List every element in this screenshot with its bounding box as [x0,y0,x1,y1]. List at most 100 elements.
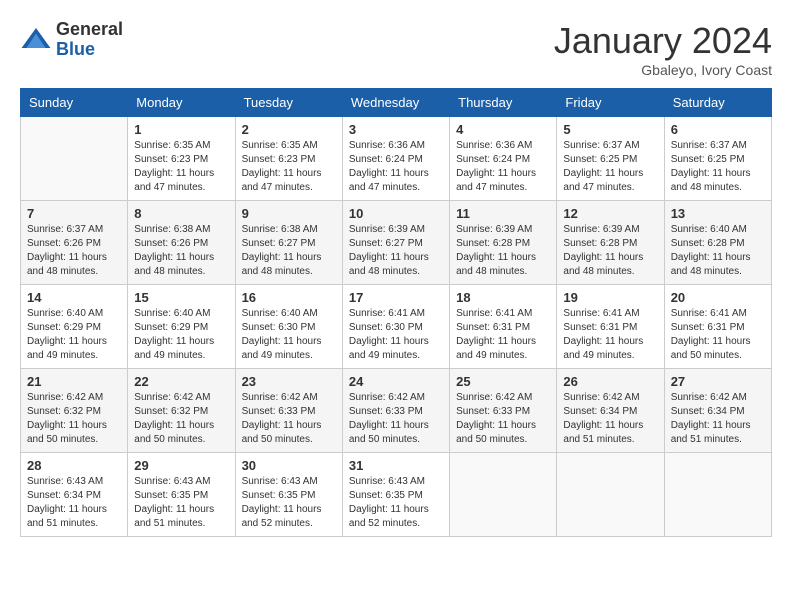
calendar-cell: 28Sunrise: 6:43 AMSunset: 6:34 PMDayligh… [21,453,128,537]
day-info: Sunrise: 6:42 AMSunset: 6:34 PMDaylight:… [563,391,657,447]
day-number: 27 [671,374,765,389]
weekday-header-tuesday: Tuesday [235,89,342,117]
day-number: 22 [134,374,228,389]
day-number: 5 [563,122,657,137]
day-number: 11 [456,206,550,221]
calendar-cell: 9Sunrise: 6:38 AMSunset: 6:27 PMDaylight… [235,201,342,285]
day-number: 1 [134,122,228,137]
week-row-4: 21Sunrise: 6:42 AMSunset: 6:32 PMDayligh… [21,369,772,453]
calendar-cell: 3 Sunrise: 6:36 AMSunset: 6:24 PMDaylight… [342,117,449,201]
weekday-header-friday: Friday [557,89,664,117]
day-info: Sunrise: 6:43 AMSunset: 6:35 PMDaylight:… [349,475,443,531]
day-number: 13 [671,206,765,221]
location-text: Gbaleyo, Ivory Coast [554,62,772,78]
day-info: Sunrise: 6:41 AMSunset: 6:31 PMDaylight:… [563,307,657,363]
calendar-cell: 23 Sunrise: 6:42 AMSunset: 6:33 PMDayligh… [235,369,342,453]
calendar-cell [21,117,128,201]
week-row-5: 28Sunrise: 6:43 AMSunset: 6:34 PMDayligh… [21,453,772,537]
day-info: Sunrise: 6:39 AMSunset: 6:28 PMDaylight:… [563,223,657,279]
calendar-cell: 2 Sunrise: 6:35 AMSunset: 6:23 PMDaylight… [235,117,342,201]
day-info: Sunrise: 6:39 AMSunset: 6:28 PMDaylight:… [456,223,550,279]
day-info: Sunrise: 6:35 AMSunset: 6:23 PMDaylight:… [242,139,336,195]
day-number: 14 [27,290,121,305]
weekday-header-thursday: Thursday [450,89,557,117]
calendar-cell: 4 Sunrise: 6:36 AMSunset: 6:24 PMDaylight… [450,117,557,201]
calendar-cell [450,453,557,537]
day-info: Sunrise: 6:40 AMSunset: 6:29 PMDaylight:… [27,307,121,363]
logo-icon [20,24,52,56]
day-info: Sunrise: 6:40 AMSunset: 6:28 PMDaylight:… [671,223,765,279]
day-number: 20 [671,290,765,305]
day-info: Sunrise: 6:35 AMSunset: 6:23 PMDaylight:… [134,139,228,195]
day-info: Sunrise: 6:42 AMSunset: 6:33 PMDaylight:… [242,391,336,447]
calendar-cell: 12 Sunrise: 6:39 AMSunset: 6:28 PMDayligh… [557,201,664,285]
calendar-cell: 29Sunrise: 6:43 AMSunset: 6:35 PMDayligh… [128,453,235,537]
calendar-cell: 7 Sunrise: 6:37 AMSunset: 6:26 PMDaylight… [21,201,128,285]
day-info: Sunrise: 6:39 AMSunset: 6:27 PMDaylight:… [349,223,443,279]
day-info: Sunrise: 6:37 AMSunset: 6:25 PMDaylight:… [671,139,765,195]
day-number: 26 [563,374,657,389]
calendar-cell: 13 Sunrise: 6:40 AMSunset: 6:28 PMDayligh… [664,201,771,285]
weekday-header-saturday: Saturday [664,89,771,117]
calendar-cell: 18 Sunrise: 6:41 AMSunset: 6:31 PMDayligh… [450,285,557,369]
day-number: 28 [27,458,121,473]
day-info: Sunrise: 6:36 AMSunset: 6:24 PMDaylight:… [349,139,443,195]
weekday-header-row: SundayMondayTuesdayWednesdayThursdayFrid… [21,89,772,117]
logo-general-text: General [56,19,123,39]
calendar-cell: 22Sunrise: 6:42 AMSunset: 6:32 PMDayligh… [128,369,235,453]
title-block: January 2024 Gbaleyo, Ivory Coast [554,20,772,78]
day-info: Sunrise: 6:37 AMSunset: 6:25 PMDaylight:… [563,139,657,195]
day-number: 10 [349,206,443,221]
day-info: Sunrise: 6:41 AMSunset: 6:31 PMDaylight:… [456,307,550,363]
day-number: 12 [563,206,657,221]
day-info: Sunrise: 6:40 AMSunset: 6:29 PMDaylight:… [134,307,228,363]
day-number: 23 [242,374,336,389]
calendar-cell: 15 Sunrise: 6:40 AMSunset: 6:29 PMDayligh… [128,285,235,369]
day-info: Sunrise: 6:41 AMSunset: 6:31 PMDaylight:… [671,307,765,363]
day-info: Sunrise: 6:41 AMSunset: 6:30 PMDaylight:… [349,307,443,363]
day-info: Sunrise: 6:42 AMSunset: 6:32 PMDaylight:… [27,391,121,447]
calendar-cell: 19Sunrise: 6:41 AMSunset: 6:31 PMDayligh… [557,285,664,369]
page-header: General Blue January 2024 Gbaleyo, Ivory… [20,20,772,78]
day-number: 15 [134,290,228,305]
day-number: 3 [349,122,443,137]
day-info: Sunrise: 6:42 AMSunset: 6:33 PMDaylight:… [456,391,550,447]
day-number: 6 [671,122,765,137]
day-info: Sunrise: 6:38 AMSunset: 6:26 PMDaylight:… [134,223,228,279]
day-number: 25 [456,374,550,389]
day-info: Sunrise: 6:42 AMSunset: 6:34 PMDaylight:… [671,391,765,447]
calendar-cell: 21Sunrise: 6:42 AMSunset: 6:32 PMDayligh… [21,369,128,453]
calendar-cell [557,453,664,537]
day-number: 4 [456,122,550,137]
day-number: 7 [27,206,121,221]
calendar-cell: 27 Sunrise: 6:42 AMSunset: 6:34 PMDayligh… [664,369,771,453]
weekday-header-monday: Monday [128,89,235,117]
logo: General Blue [20,20,123,60]
day-number: 18 [456,290,550,305]
week-row-1: 1 Sunrise: 6:35 AMSunset: 6:23 PMDaylight… [21,117,772,201]
day-number: 24 [349,374,443,389]
week-row-2: 7 Sunrise: 6:37 AMSunset: 6:26 PMDaylight… [21,201,772,285]
day-info: Sunrise: 6:37 AMSunset: 6:26 PMDaylight:… [27,223,121,279]
day-info: Sunrise: 6:38 AMSunset: 6:27 PMDaylight:… [242,223,336,279]
calendar-cell: 17Sunrise: 6:41 AMSunset: 6:30 PMDayligh… [342,285,449,369]
calendar-cell: 31Sunrise: 6:43 AMSunset: 6:35 PMDayligh… [342,453,449,537]
week-row-3: 14 Sunrise: 6:40 AMSunset: 6:29 PMDayligh… [21,285,772,369]
day-number: 2 [242,122,336,137]
calendar-cell: 24 Sunrise: 6:42 AMSunset: 6:33 PMDayligh… [342,369,449,453]
day-number: 29 [134,458,228,473]
day-number: 30 [242,458,336,473]
calendar-cell: 16Sunrise: 6:40 AMSunset: 6:30 PMDayligh… [235,285,342,369]
day-info: Sunrise: 6:40 AMSunset: 6:30 PMDaylight:… [242,307,336,363]
calendar-cell: 6 Sunrise: 6:37 AMSunset: 6:25 PMDaylight… [664,117,771,201]
calendar-cell: 14 Sunrise: 6:40 AMSunset: 6:29 PMDayligh… [21,285,128,369]
day-info: Sunrise: 6:42 AMSunset: 6:33 PMDaylight:… [349,391,443,447]
day-info: Sunrise: 6:36 AMSunset: 6:24 PMDaylight:… [456,139,550,195]
calendar-cell: 10 Sunrise: 6:39 AMSunset: 6:27 PMDayligh… [342,201,449,285]
logo-blue-text: Blue [56,39,95,59]
calendar-cell: 26 Sunrise: 6:42 AMSunset: 6:34 PMDayligh… [557,369,664,453]
calendar-cell: 1 Sunrise: 6:35 AMSunset: 6:23 PMDaylight… [128,117,235,201]
day-number: 8 [134,206,228,221]
calendar-cell: 20 Sunrise: 6:41 AMSunset: 6:31 PMDayligh… [664,285,771,369]
calendar-cell: 11 Sunrise: 6:39 AMSunset: 6:28 PMDayligh… [450,201,557,285]
